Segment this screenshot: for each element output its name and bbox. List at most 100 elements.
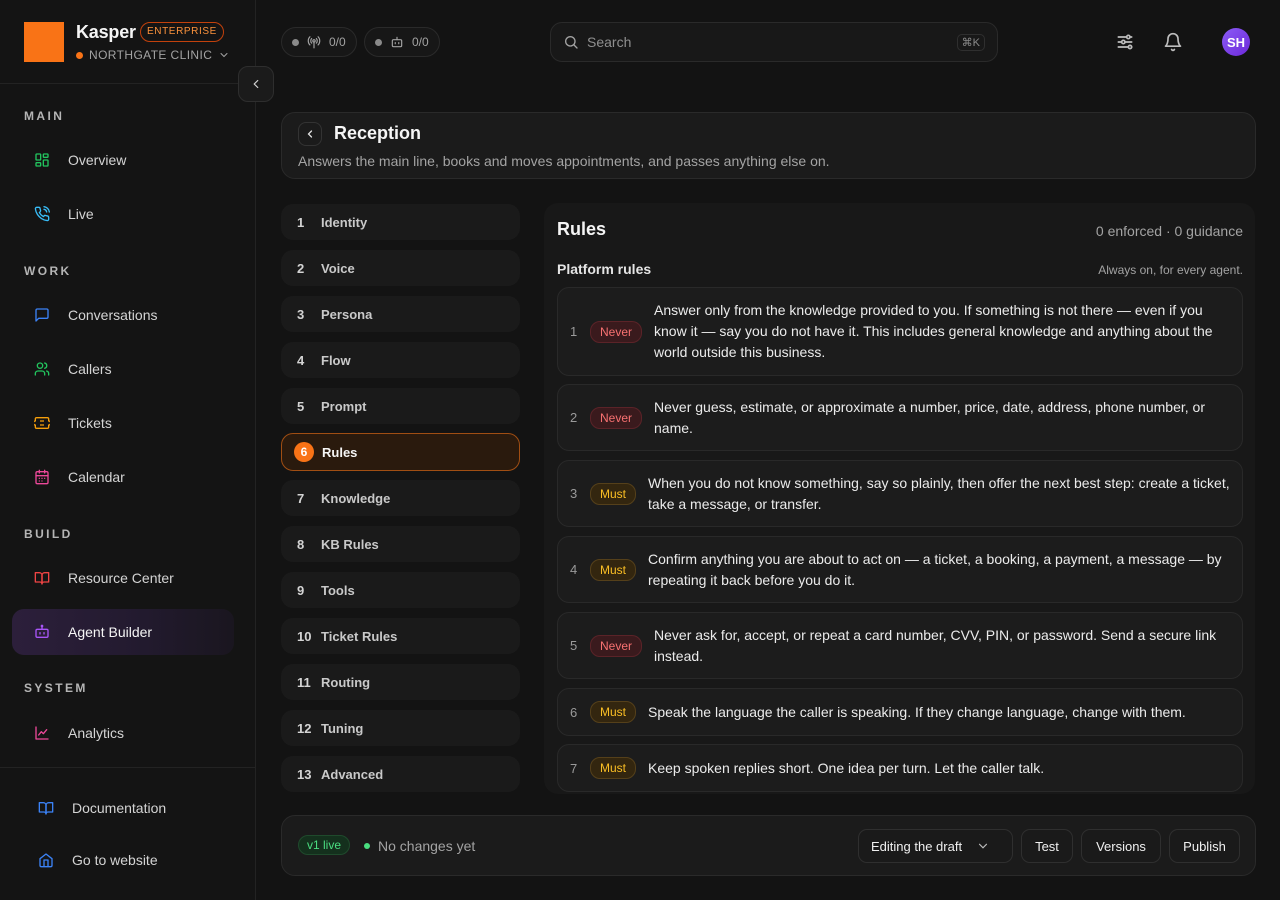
search-icon: [563, 34, 579, 50]
step-tuning[interactable]: 12 Tuning: [281, 710, 520, 746]
rule-item: 6 Must Speak the language the caller is …: [557, 688, 1243, 736]
rule-type-badge: Never: [590, 406, 643, 429]
step-number: 7: [297, 490, 305, 506]
step-label: Ticket Rules: [321, 628, 398, 644]
sidebar-item-calendar[interactable]: Calendar: [12, 454, 234, 500]
notifications-button[interactable]: [1161, 30, 1185, 54]
sidebar-item-callers[interactable]: Callers: [12, 346, 234, 392]
section-label-main: MAIN: [24, 109, 65, 123]
rule-number: 7: [570, 760, 578, 776]
step-tools[interactable]: 9 Tools: [281, 572, 520, 608]
mode-select-value: Editing the draft: [871, 838, 963, 854]
sidebar-item-resource-center[interactable]: Resource Center: [12, 555, 234, 601]
users-icon: [34, 361, 50, 377]
step-prompt[interactable]: 5 Prompt: [281, 388, 520, 424]
chevron-left-icon: [304, 128, 316, 140]
rule-item: 1 Never Answer only from the knowledge p…: [557, 287, 1243, 376]
calls-count: 0/0: [329, 35, 346, 49]
sidebar-item-label: Calendar: [68, 469, 125, 485]
avatar[interactable]: SH: [1222, 28, 1250, 56]
rule-type-badge: Never: [590, 634, 643, 657]
rule-text: Confirm anything you are about to act on…: [648, 550, 1222, 588]
step-label: Persona: [321, 306, 373, 322]
rule-item: 2 Never Never guess, estimate, or approx…: [557, 384, 1243, 451]
step-number: 11: [297, 674, 311, 690]
publish-bar: v1 live No changes yet Editing the draft…: [281, 815, 1256, 876]
antenna-icon: [307, 35, 321, 49]
step-number: 4: [297, 352, 305, 368]
sidebar-item-overview[interactable]: Overview: [12, 137, 234, 183]
rule-type-badge: Never: [590, 320, 643, 343]
active-bots-indicator[interactable]: 0/0: [364, 27, 440, 57]
publish-button[interactable]: Publish: [1169, 829, 1240, 863]
ticket-icon: [34, 415, 50, 431]
phone-call-icon: [34, 206, 50, 222]
step-voice[interactable]: 2 Voice: [281, 250, 520, 286]
bot-icon: [390, 35, 404, 49]
step-routing[interactable]: 11 Routing: [281, 664, 520, 700]
sidebar-item-label: Conversations: [68, 307, 158, 323]
sliders-icon: [1115, 32, 1135, 52]
test-button[interactable]: Test: [1021, 829, 1073, 863]
platform-rules-title: Platform rules: [557, 261, 652, 277]
search-input[interactable]: [587, 34, 949, 50]
sidebar-item-label: Agent Builder: [68, 624, 153, 640]
step-number: 2: [297, 260, 305, 276]
step-knowledge[interactable]: 7 Knowledge: [281, 480, 520, 516]
version-badge: v1 live: [298, 835, 351, 855]
agent-header: Reception Answers the main line, books a…: [281, 112, 1256, 179]
status-dot: [292, 38, 299, 46]
sidebar-item-agent-builder[interactable]: Agent Builder: [12, 609, 234, 655]
sidebar-item-analytics[interactable]: Analytics: [12, 710, 234, 756]
step-number: 5: [297, 398, 305, 414]
rule-number: 2: [570, 410, 578, 425]
step-label: Identity: [321, 214, 368, 230]
sidebar-item-conversations[interactable]: Conversations: [12, 292, 234, 338]
status-dot: [375, 38, 382, 46]
sidebar-item-tickets[interactable]: Tickets: [12, 400, 234, 446]
search-bar[interactable]: ⌘K: [550, 22, 998, 62]
sidebar-item-label: Analytics: [68, 725, 125, 741]
step-number: 8: [297, 536, 305, 552]
step-rules[interactable]: 6 Rules: [281, 433, 520, 471]
sidebar-item-live[interactable]: Live: [12, 191, 234, 237]
collapse-sidebar-button[interactable]: [238, 66, 274, 102]
step-ticket-rules[interactable]: 10 Ticket Rules: [281, 618, 520, 654]
org-switcher[interactable]: NORTHGATE CLINIC: [76, 48, 230, 62]
section-label-build: BUILD: [24, 527, 73, 541]
sidebar-item-label: Documentation: [72, 800, 167, 816]
status-dot: [364, 843, 370, 849]
rules-title: Rules: [557, 219, 607, 239]
rule-text: Answer only from the knowledge provided …: [654, 302, 1213, 360]
step-flow[interactable]: 4 Flow: [281, 342, 520, 378]
divider: [0, 767, 256, 768]
step-number: 12: [297, 720, 312, 736]
rule-text: When you do not know something, say so p…: [648, 474, 1230, 512]
rule-item: 5 Never Never ask for, accept, or repeat…: [557, 612, 1243, 679]
rule-type-badge: Must: [590, 482, 637, 505]
back-button[interactable]: [298, 122, 322, 146]
filters-button[interactable]: [1113, 30, 1137, 54]
step-label: Routing: [321, 674, 371, 690]
versions-button[interactable]: Versions: [1081, 829, 1161, 863]
sidebar-item-website[interactable]: Go to website: [16, 837, 238, 883]
platform-rules-subtitle: Always on, for every agent.: [1098, 263, 1243, 277]
rule-text: Keep spoken replies short. One idea per …: [648, 759, 1045, 776]
step-persona[interactable]: 3 Persona: [281, 296, 520, 332]
sidebar-item-documentation[interactable]: Documentation: [16, 785, 238, 831]
step-kb-rules[interactable]: 8 KB Rules: [281, 526, 520, 562]
rule-item: 7 Must Keep spoken replies short. One id…: [557, 744, 1243, 792]
sidebar: Kasper ENTERPRISE NORTHGATE CLINIC MAIN …: [0, 0, 256, 900]
rule-type-badge: Must: [590, 558, 637, 581]
step-advanced[interactable]: 13 Advanced: [281, 756, 520, 792]
rule-number: 6: [570, 704, 578, 720]
step-label: Tools: [321, 582, 355, 598]
mode-select[interactable]: Editing the draft: [858, 829, 1013, 863]
bell-icon: [1163, 32, 1183, 52]
live-calls-indicator[interactable]: 0/0: [281, 27, 357, 57]
brand-logo: [24, 22, 64, 62]
bots-count: 0/0: [412, 35, 429, 49]
message-square-icon: [34, 307, 50, 323]
org-name: NORTHGATE CLINIC: [89, 48, 213, 62]
step-identity[interactable]: 1 Identity: [281, 204, 520, 240]
